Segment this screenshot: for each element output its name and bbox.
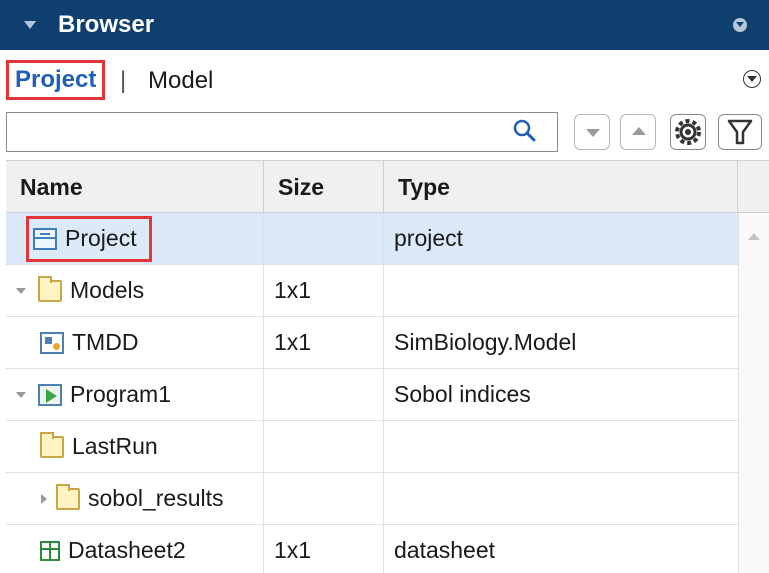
- size-cell: [264, 473, 384, 524]
- settings-button[interactable]: [670, 114, 706, 150]
- name-cell: Program1: [6, 369, 264, 420]
- arrow-down-icon: [586, 129, 600, 137]
- expand-arrow-icon[interactable]: [36, 491, 52, 507]
- name-cell: Project: [6, 213, 264, 264]
- table-row[interactable]: LastRun: [6, 421, 738, 473]
- panel-menu-icon[interactable]: [733, 18, 747, 32]
- type-cell: [384, 265, 738, 316]
- column-header-type[interactable]: Type: [384, 161, 738, 213]
- type-cell: project: [394, 225, 464, 251]
- browser-titlebar: Browser: [0, 0, 769, 50]
- size-cell: 1x1: [264, 525, 384, 573]
- name-cell: LastRun: [6, 421, 264, 472]
- row-name: sobol_results: [88, 485, 224, 511]
- tab-options-icon[interactable]: [743, 70, 761, 88]
- type-cell: datasheet: [394, 537, 496, 563]
- vertical-scrollbar[interactable]: [738, 213, 769, 573]
- expand-arrow-icon[interactable]: [14, 283, 30, 299]
- row-name: TMDD: [72, 329, 139, 355]
- table-row[interactable]: Program1 Sobol indices: [6, 369, 738, 421]
- name-cell: sobol_results: [6, 473, 264, 524]
- table-row[interactable]: Datasheet2 1x1 datasheet: [6, 525, 738, 573]
- search-icon[interactable]: [512, 118, 536, 142]
- name-cell: Datasheet2: [6, 525, 264, 573]
- table-row[interactable]: TMDD 1x1 SimBiology.Model: [6, 317, 738, 369]
- tab-project[interactable]: Project: [6, 60, 106, 100]
- tab-separator: |: [120, 67, 127, 94]
- project-highlight: Project: [26, 215, 152, 262]
- table-row[interactable]: Models 1x1: [6, 265, 738, 317]
- expand-arrow-icon[interactable]: [14, 387, 30, 403]
- model-icon: [40, 331, 64, 354]
- type-cell: [384, 421, 738, 472]
- folder-icon: [56, 483, 80, 510]
- filter-icon: [727, 119, 753, 145]
- size-cell: 1x1: [264, 265, 384, 316]
- project-icon: [33, 227, 57, 250]
- name-cell: TMDD: [6, 317, 264, 368]
- row-name: Models: [70, 277, 145, 303]
- folder-icon: [40, 431, 64, 458]
- row-name: Program1: [70, 381, 171, 407]
- panel-title: Browser: [58, 11, 155, 38]
- table-header: Name Size Type: [6, 160, 769, 213]
- column-header-spacer: [738, 161, 769, 213]
- row-name: LastRun: [72, 433, 158, 459]
- tab-model[interactable]: Model: [148, 67, 213, 95]
- table-row[interactable]: Project project: [6, 213, 738, 265]
- search-toolbar: [0, 108, 769, 160]
- search-input[interactable]: [6, 112, 558, 152]
- tab-bar: Project | Model: [0, 50, 769, 108]
- size-cell: [264, 369, 384, 420]
- type-cell: [384, 473, 738, 524]
- size-cell: [264, 213, 384, 264]
- scroll-up-icon[interactable]: [748, 233, 760, 240]
- column-header-name[interactable]: Name: [6, 161, 264, 213]
- size-cell: [264, 421, 384, 472]
- find-previous-button[interactable]: [620, 114, 656, 150]
- folder-icon: [38, 275, 62, 302]
- type-cell: SimBiology.Model: [394, 329, 577, 355]
- row-name: Datasheet2: [68, 537, 186, 563]
- filter-button[interactable]: [718, 114, 762, 150]
- type-cell: Sobol indices: [394, 381, 531, 407]
- program-icon: [38, 383, 62, 406]
- gear-icon: [675, 119, 701, 145]
- datasheet-icon: [40, 540, 60, 561]
- collapse-arrow-icon[interactable]: [24, 21, 36, 29]
- arrow-up-icon: [632, 127, 646, 135]
- name-cell: Models: [6, 265, 264, 316]
- table-row[interactable]: sobol_results: [6, 473, 738, 525]
- column-header-size[interactable]: Size: [264, 161, 384, 213]
- row-name: Project: [65, 225, 137, 251]
- browser-table: Name Size Type Project project Models 1x…: [6, 160, 769, 573]
- size-cell: 1x1: [264, 317, 384, 368]
- find-next-button[interactable]: [574, 114, 610, 150]
